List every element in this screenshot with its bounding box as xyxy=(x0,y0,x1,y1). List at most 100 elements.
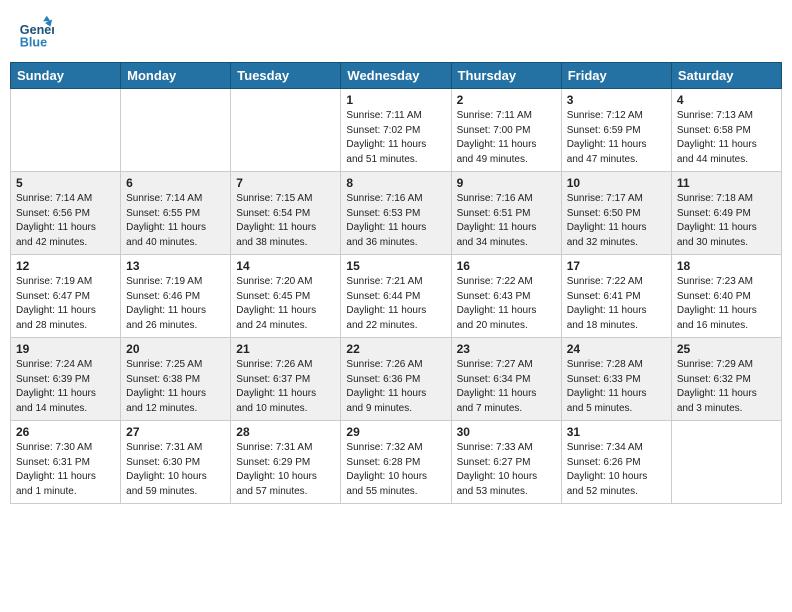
day-info: Sunrise: 7:14 AMSunset: 6:55 PMDaylight:… xyxy=(126,192,225,250)
logo: General Blue xyxy=(18,14,58,50)
day-info: Sunrise: 7:13 AMSunset: 6:58 PMDaylight:… xyxy=(677,109,776,167)
day-number: 28 xyxy=(236,425,335,439)
day-info: Sunrise: 7:16 AMSunset: 6:53 PMDaylight:… xyxy=(346,192,445,250)
day-info: Sunrise: 7:23 AMSunset: 6:40 PMDaylight:… xyxy=(677,275,776,333)
day-number: 18 xyxy=(677,259,776,273)
day-info: Sunrise: 7:20 AMSunset: 6:45 PMDaylight:… xyxy=(236,275,335,333)
calendar-cell: 6 Sunrise: 7:14 AMSunset: 6:55 PMDaylight… xyxy=(121,172,231,255)
calendar-cell xyxy=(671,421,781,504)
calendar-cell: 30 Sunrise: 7:33 AMSunset: 6:27 PMDayligh… xyxy=(451,421,561,504)
day-info: Sunrise: 7:26 AMSunset: 6:36 PMDaylight:… xyxy=(346,358,445,416)
day-number: 29 xyxy=(346,425,445,439)
calendar-cell: 23 Sunrise: 7:27 AMSunset: 6:34 PMDayligh… xyxy=(451,338,561,421)
day-number: 10 xyxy=(567,176,666,190)
calendar-header-row: SundayMondayTuesdayWednesdayThursdayFrid… xyxy=(11,63,782,89)
calendar-cell: 26 Sunrise: 7:30 AMSunset: 6:31 PMDayligh… xyxy=(11,421,121,504)
day-number: 31 xyxy=(567,425,666,439)
day-number: 3 xyxy=(567,93,666,107)
day-number: 17 xyxy=(567,259,666,273)
day-header-sunday: Sunday xyxy=(11,63,121,89)
day-header-saturday: Saturday xyxy=(671,63,781,89)
calendar-cell: 7Sunrise: 7:15 AMSunset: 6:54 PMDaylight… xyxy=(231,172,341,255)
day-number: 9 xyxy=(457,176,556,190)
calendar-cell: 12 Sunrise: 7:19 AMSunset: 6:47 PMDayligh… xyxy=(11,255,121,338)
calendar-cell: 31 Sunrise: 7:34 AMSunset: 6:26 PMDayligh… xyxy=(561,421,671,504)
calendar-cell: 9 Sunrise: 7:16 AMSunset: 6:51 PMDaylight… xyxy=(451,172,561,255)
calendar-cell: 17 Sunrise: 7:22 AMSunset: 6:41 PMDayligh… xyxy=(561,255,671,338)
calendar-cell: 1 Sunrise: 7:11 AMSunset: 7:02 PMDaylight… xyxy=(341,89,451,172)
calendar-cell: 21Sunrise: 7:26 AMSunset: 6:37 PMDayligh… xyxy=(231,338,341,421)
day-number: 27 xyxy=(126,425,225,439)
calendar-cell: 20Sunrise: 7:25 AMSunset: 6:38 PMDayligh… xyxy=(121,338,231,421)
day-info: Sunrise: 7:32 AMSunset: 6:28 PMDaylight:… xyxy=(346,441,445,499)
day-info: Sunrise: 7:22 AMSunset: 6:41 PMDaylight:… xyxy=(567,275,666,333)
logo-icon: General Blue xyxy=(18,14,54,50)
day-info: Sunrise: 7:26 AMSunset: 6:37 PMDaylight:… xyxy=(236,358,335,416)
day-info: Sunrise: 7:22 AMSunset: 6:43 PMDaylight:… xyxy=(457,275,556,333)
day-info: Sunrise: 7:17 AMSunset: 6:50 PMDaylight:… xyxy=(567,192,666,250)
calendar-cell: 14Sunrise: 7:20 AMSunset: 6:45 PMDayligh… xyxy=(231,255,341,338)
calendar-cell: 28 Sunrise: 7:31 AMSunset: 6:29 PMDayligh… xyxy=(231,421,341,504)
day-header-wednesday: Wednesday xyxy=(341,63,451,89)
svg-text:Blue: Blue xyxy=(20,35,47,49)
day-info: Sunrise: 7:27 AMSunset: 6:34 PMDaylight:… xyxy=(457,358,556,416)
day-number: 22 xyxy=(346,342,445,356)
calendar-cell: 25 Sunrise: 7:29 AMSunset: 6:32 PMDayligh… xyxy=(671,338,781,421)
day-info: Sunrise: 7:24 AMSunset: 6:39 PMDaylight:… xyxy=(16,358,115,416)
day-number: 24 xyxy=(567,342,666,356)
calendar-cell: 24Sunrise: 7:28 AMSunset: 6:33 PMDayligh… xyxy=(561,338,671,421)
day-info: Sunrise: 7:18 AMSunset: 6:49 PMDaylight:… xyxy=(677,192,776,250)
day-number: 1 xyxy=(346,93,445,107)
day-header-tuesday: Tuesday xyxy=(231,63,341,89)
day-number: 13 xyxy=(126,259,225,273)
calendar-cell xyxy=(121,89,231,172)
calendar-week-3: 12 Sunrise: 7:19 AMSunset: 6:47 PMDayligh… xyxy=(11,255,782,338)
day-number: 11 xyxy=(677,176,776,190)
day-info: Sunrise: 7:19 AMSunset: 6:47 PMDaylight:… xyxy=(16,275,115,333)
day-header-monday: Monday xyxy=(121,63,231,89)
calendar-cell: 19 Sunrise: 7:24 AMSunset: 6:39 PMDayligh… xyxy=(11,338,121,421)
calendar-cell: 11 Sunrise: 7:18 AMSunset: 6:49 PMDayligh… xyxy=(671,172,781,255)
day-info: Sunrise: 7:33 AMSunset: 6:27 PMDaylight:… xyxy=(457,441,556,499)
day-info: Sunrise: 7:19 AMSunset: 6:46 PMDaylight:… xyxy=(126,275,225,333)
calendar-cell: 18 Sunrise: 7:23 AMSunset: 6:40 PMDayligh… xyxy=(671,255,781,338)
calendar-week-4: 19 Sunrise: 7:24 AMSunset: 6:39 PMDayligh… xyxy=(11,338,782,421)
day-number: 6 xyxy=(126,176,225,190)
day-number: 2 xyxy=(457,93,556,107)
day-info: Sunrise: 7:11 AMSunset: 7:02 PMDaylight:… xyxy=(346,109,445,167)
day-number: 19 xyxy=(16,342,115,356)
day-info: Sunrise: 7:11 AMSunset: 7:00 PMDaylight:… xyxy=(457,109,556,167)
calendar-cell: 10 Sunrise: 7:17 AMSunset: 6:50 PMDayligh… xyxy=(561,172,671,255)
calendar-cell: 27Sunrise: 7:31 AMSunset: 6:30 PMDayligh… xyxy=(121,421,231,504)
day-info: Sunrise: 7:29 AMSunset: 6:32 PMDaylight:… xyxy=(677,358,776,416)
day-info: Sunrise: 7:14 AMSunset: 6:56 PMDaylight:… xyxy=(16,192,115,250)
calendar-cell: 29 Sunrise: 7:32 AMSunset: 6:28 PMDayligh… xyxy=(341,421,451,504)
day-number: 4 xyxy=(677,93,776,107)
calendar-cell xyxy=(11,89,121,172)
calendar-week-2: 5Sunrise: 7:14 AMSunset: 6:56 PMDaylight… xyxy=(11,172,782,255)
day-number: 25 xyxy=(677,342,776,356)
day-number: 30 xyxy=(457,425,556,439)
day-header-friday: Friday xyxy=(561,63,671,89)
day-number: 7 xyxy=(236,176,335,190)
day-info: Sunrise: 7:16 AMSunset: 6:51 PMDaylight:… xyxy=(457,192,556,250)
calendar-cell xyxy=(231,89,341,172)
calendar-week-5: 26 Sunrise: 7:30 AMSunset: 6:31 PMDayligh… xyxy=(11,421,782,504)
day-info: Sunrise: 7:12 AMSunset: 6:59 PMDaylight:… xyxy=(567,109,666,167)
day-number: 16 xyxy=(457,259,556,273)
calendar-cell: 4 Sunrise: 7:13 AMSunset: 6:58 PMDaylight… xyxy=(671,89,781,172)
calendar-cell: 22 Sunrise: 7:26 AMSunset: 6:36 PMDayligh… xyxy=(341,338,451,421)
day-number: 26 xyxy=(16,425,115,439)
day-info: Sunrise: 7:34 AMSunset: 6:26 PMDaylight:… xyxy=(567,441,666,499)
calendar-week-1: 1 Sunrise: 7:11 AMSunset: 7:02 PMDaylight… xyxy=(11,89,782,172)
calendar-cell: 16 Sunrise: 7:22 AMSunset: 6:43 PMDayligh… xyxy=(451,255,561,338)
day-info: Sunrise: 7:30 AMSunset: 6:31 PMDaylight:… xyxy=(16,441,115,499)
day-number: 8 xyxy=(346,176,445,190)
day-number: 12 xyxy=(16,259,115,273)
day-info: Sunrise: 7:25 AMSunset: 6:38 PMDaylight:… xyxy=(126,358,225,416)
day-info: Sunrise: 7:21 AMSunset: 6:44 PMDaylight:… xyxy=(346,275,445,333)
calendar-cell: 8 Sunrise: 7:16 AMSunset: 6:53 PMDaylight… xyxy=(341,172,451,255)
day-info: Sunrise: 7:31 AMSunset: 6:29 PMDaylight:… xyxy=(236,441,335,499)
calendar-cell: 2 Sunrise: 7:11 AMSunset: 7:00 PMDaylight… xyxy=(451,89,561,172)
day-number: 23 xyxy=(457,342,556,356)
